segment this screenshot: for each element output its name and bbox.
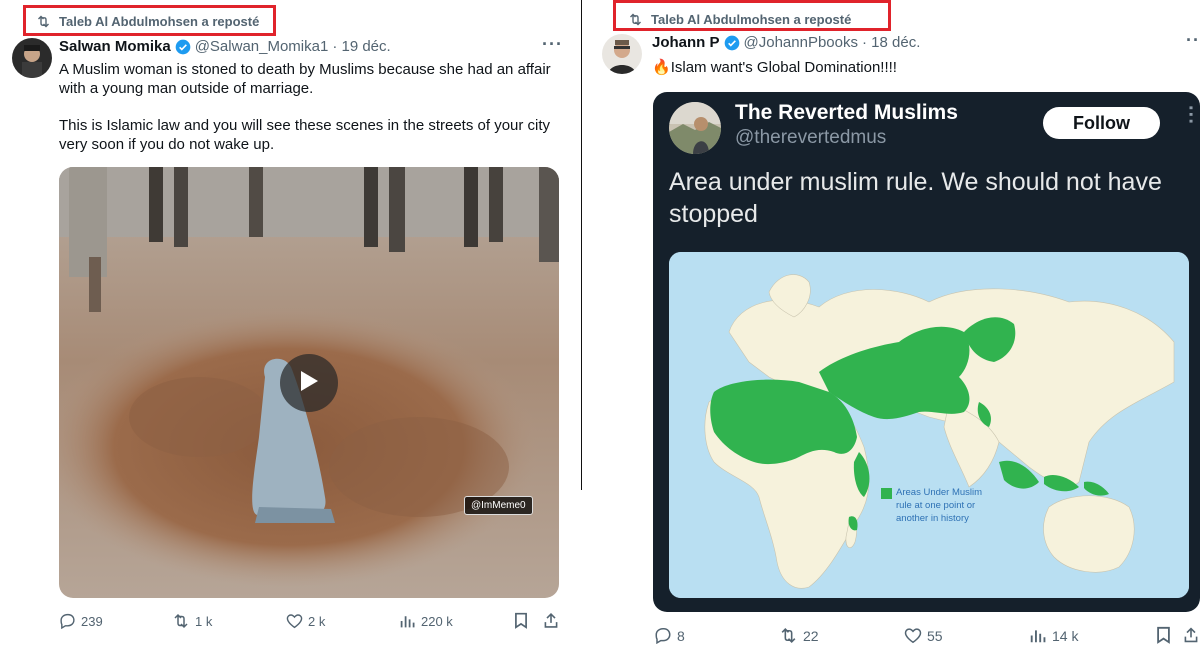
views-icon [1030,627,1047,644]
retweet-count: 22 [803,627,819,644]
quote-author-handle[interactable]: @therevertedmus [735,127,886,149]
right-tweet: Taleb Al Abdulmohsen a reposté Johann P … [0,0,1200,654]
follow-button[interactable]: Follow [1043,107,1160,139]
tweet-paragraph: Islam want's Global Domination!!!! [670,59,897,76]
reply-icon [654,627,672,644]
repost-header[interactable]: Taleb Al Abdulmohsen a reposté [628,12,851,27]
quoted-post-card[interactable]: The Reverted Muslims @therevertedmus Fol… [653,92,1200,612]
bookmark-icon [1156,626,1171,644]
bookmark-button[interactable] [1156,626,1171,644]
views-button[interactable]: 14 k [1030,627,1078,644]
author-handle[interactable]: @JohannPbooks [744,34,858,51]
like-button[interactable]: 55 [904,627,943,644]
reply-count: 8 [677,627,685,644]
legend-line: rule at one point or [896,500,976,511]
map-legend: Areas Under Muslim rule at one point or … [881,486,982,525]
author-name[interactable]: Johann P [652,34,720,51]
quote-text: Area under muslim rule. We should not ha… [669,168,1162,228]
share-button[interactable] [1183,626,1199,644]
quote-author-name[interactable]: The Reverted Muslims [735,101,958,125]
retweet-icon [779,627,798,644]
repost-icon [628,13,643,26]
share-icon [1183,626,1199,644]
like-count: 55 [927,627,943,644]
more-icon[interactable]: ··· [1186,30,1200,51]
quote-avatar[interactable] [669,102,721,154]
legend-swatch [881,488,892,499]
legend-line: Areas Under Muslim [896,487,983,498]
views-count: 14 k [1052,627,1079,644]
post-date[interactable]: · 18 déc. [862,34,920,51]
world-map-image: Areas Under Muslim rule at one point or … [669,252,1189,598]
verified-icon [724,35,740,51]
tweet-text: 🔥Islam want's Global Domination!!!! [652,58,1182,77]
reply-button[interactable]: 8 [654,627,685,644]
repost-label: Taleb Al Abdulmohsen a reposté [651,12,852,27]
retweet-button[interactable]: 22 [779,627,819,644]
quote-more-icon[interactable]: ··· [1178,105,1200,125]
fire-emoji: 🔥 [652,59,671,76]
legend-line: another in history [896,513,969,524]
like-icon [904,627,922,644]
avatar[interactable] [602,34,642,74]
